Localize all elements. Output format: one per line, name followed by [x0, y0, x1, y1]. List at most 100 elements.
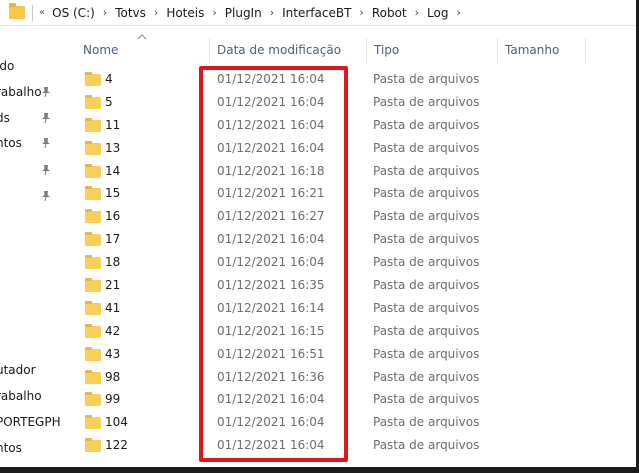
- file-name: 42: [105, 323, 121, 338]
- table-row[interactable]: 104 01/12/2021 16:04 Pasta de arquivos: [75, 411, 639, 434]
- file-type: Pasta de arquivos: [373, 415, 480, 430]
- nav-item-label: rabalho: [0, 85, 42, 99]
- table-row[interactable]: 43 01/12/2021 16:51 Pasta de arquivos: [75, 343, 639, 366]
- table-row[interactable]: 13 01/12/2021 16:04 Pasta de arquivos: [75, 137, 639, 160]
- file-type: Pasta de arquivos: [373, 186, 480, 201]
- file-type: Pasta de arquivos: [373, 278, 480, 293]
- breadcrumb-label: Robot: [371, 5, 407, 20]
- window-edge: [0, 467, 639, 473]
- chevron-right-icon[interactable]: ›: [270, 6, 274, 19]
- nav-item[interactable]: utador: [0, 361, 62, 379]
- breadcrumb-item[interactable]: Totvs ›: [115, 6, 166, 20]
- table-row[interactable]: 41 01/12/2021 16:14 Pasta de arquivos: [75, 297, 639, 320]
- nav-item-label: ntos: [0, 441, 22, 455]
- column-header-size[interactable]: Tamanho: [505, 38, 585, 62]
- file-name: 4: [105, 72, 113, 86]
- column-header-type[interactable]: Tipo: [374, 38, 494, 62]
- chevron-right-icon[interactable]: ›: [415, 6, 419, 19]
- file-name: 21: [105, 278, 121, 293]
- nav-item-label: ds: [0, 111, 10, 125]
- table-row[interactable]: 16 01/12/2021 16:27 Pasta de arquivos: [75, 205, 639, 228]
- breadcrumb-item[interactable]: Robot ›: [372, 6, 427, 20]
- address-bar[interactable]: « OS (C:) › Totvs › Hoteis › PlugIn › InterfaceB…: [0, 0, 639, 25]
- breadcrumb-overflow-icon[interactable]: «: [39, 7, 45, 18]
- file-type: Pasta de arquivos: [373, 300, 480, 315]
- table-row[interactable]: 18 01/12/2021 16:04 Pasta de arquivos: [75, 251, 639, 274]
- chevron-right-icon[interactable]: ›: [103, 6, 107, 19]
- table-row[interactable]: 14 01/12/2021 16:18 Pasta de arquivos: [75, 160, 639, 183]
- breadcrumb-item[interactable]: Log ›: [427, 6, 469, 20]
- table-row[interactable]: 98 01/12/2021 16:36 Pasta de arquivos: [75, 366, 639, 389]
- file-name: 122: [105, 438, 128, 453]
- file-type: Pasta de arquivos: [373, 94, 480, 109]
- breadcrumb-item[interactable]: InterfaceBT ›: [282, 6, 372, 20]
- table-row[interactable]: 11 01/12/2021 16:04 Pasta de arquivos: [75, 114, 639, 137]
- column-header-date-label: Data de modificação: [217, 43, 342, 57]
- column-header-size-label: Tamanho: [505, 43, 560, 57]
- nav-item-label: utador: [0, 363, 36, 377]
- pin-icon[interactable]: [40, 189, 52, 203]
- file-name: 16: [105, 209, 121, 224]
- table-row[interactable]: 4 01/12/2021 16:04 Pasta de arquivos: [75, 68, 639, 91]
- column-divider[interactable]: [497, 38, 498, 62]
- breadcrumb-item[interactable]: Hoteis ›: [166, 6, 224, 20]
- nav-item-label: rabalho: [0, 389, 42, 403]
- file-type: Pasta de arquivos: [373, 255, 480, 270]
- column-header-type-label: Tipo: [374, 43, 400, 57]
- table-row[interactable]: 122 01/12/2021 16:04 Pasta de arquivos: [75, 434, 639, 457]
- breadcrumb: OS (C:) › Totvs › Hoteis › PlugIn › InterfaceBT ›…: [52, 6, 469, 20]
- folder-icon: [85, 232, 101, 247]
- column-divider[interactable]: [366, 38, 367, 62]
- pin-icon[interactable]: [40, 111, 52, 125]
- pin-icon[interactable]: [40, 163, 52, 177]
- nav-item[interactable]: ds: [0, 109, 62, 127]
- nav-item[interactable]: [0, 161, 62, 179]
- file-type: Pasta de arquivos: [373, 323, 480, 338]
- table-row[interactable]: 99 01/12/2021 16:04 Pasta de arquivos: [75, 388, 639, 411]
- chevron-right-icon[interactable]: ›: [359, 6, 363, 19]
- file-type: Pasta de arquivos: [373, 232, 480, 247]
- nav-item[interactable]: ntos: [0, 134, 62, 152]
- nav-item[interactable]: rabalho: [0, 83, 62, 101]
- breadcrumb-label: Hoteis: [166, 5, 205, 20]
- breadcrumb-item[interactable]: OS (C:) ›: [52, 6, 115, 20]
- breadcrumb-item[interactable]: PlugIn ›: [225, 6, 282, 20]
- column-header-name-label: Nome: [83, 43, 119, 57]
- breadcrumb-label: OS (C:): [52, 5, 95, 20]
- chevron-right-icon[interactable]: ›: [212, 6, 216, 19]
- nav-item-label: PORTEGPH: [0, 415, 61, 429]
- column-divider[interactable]: [209, 38, 210, 62]
- nav-item[interactable]: ido: [0, 57, 62, 75]
- nav-item[interactable]: PORTEGPH: [0, 413, 62, 431]
- folder-icon: [85, 94, 101, 109]
- breadcrumb-label: Log: [427, 5, 449, 20]
- table-row[interactable]: 42 01/12/2021 16:15 Pasta de arquivos: [75, 320, 639, 343]
- pin-icon[interactable]: [40, 136, 52, 150]
- file-type: Pasta de arquivos: [373, 163, 480, 178]
- nav-item[interactable]: [0, 187, 62, 205]
- file-name: 17: [105, 232, 121, 247]
- table-row[interactable]: 15 01/12/2021 16:21 Pasta de arquivos: [75, 182, 639, 205]
- address-bar-divider: [0, 25, 639, 26]
- column-header-date[interactable]: Data de modificação: [217, 38, 365, 62]
- folder-icon: [85, 392, 101, 407]
- nav-item[interactable]: rabalho: [0, 387, 62, 405]
- file-name: 14: [105, 163, 121, 178]
- chevron-right-icon[interactable]: ›: [154, 6, 158, 19]
- nav-item[interactable]: ntos: [0, 439, 62, 457]
- file-name: 15: [105, 186, 121, 201]
- column-header-name[interactable]: Nome: [83, 38, 208, 62]
- pin-icon[interactable]: [40, 85, 52, 99]
- table-row[interactable]: 5 01/12/2021 16:04 Pasta de arquivos: [75, 91, 639, 114]
- chevron-right-icon[interactable]: ›: [456, 6, 460, 19]
- table-row[interactable]: 21 01/12/2021 16:35 Pasta de arquivos: [75, 274, 639, 297]
- folder-icon: [85, 415, 101, 430]
- table-row[interactable]: 17 01/12/2021 16:04 Pasta de arquivos: [75, 228, 639, 251]
- column-divider[interactable]: [585, 38, 586, 62]
- file-type: Pasta de arquivos: [373, 346, 480, 361]
- file-type: Pasta de arquivos: [373, 438, 480, 453]
- file-name: 98: [105, 369, 121, 384]
- folder-icon: [85, 369, 101, 384]
- highlight-annotation: [199, 66, 348, 462]
- folder-icon: [85, 300, 101, 315]
